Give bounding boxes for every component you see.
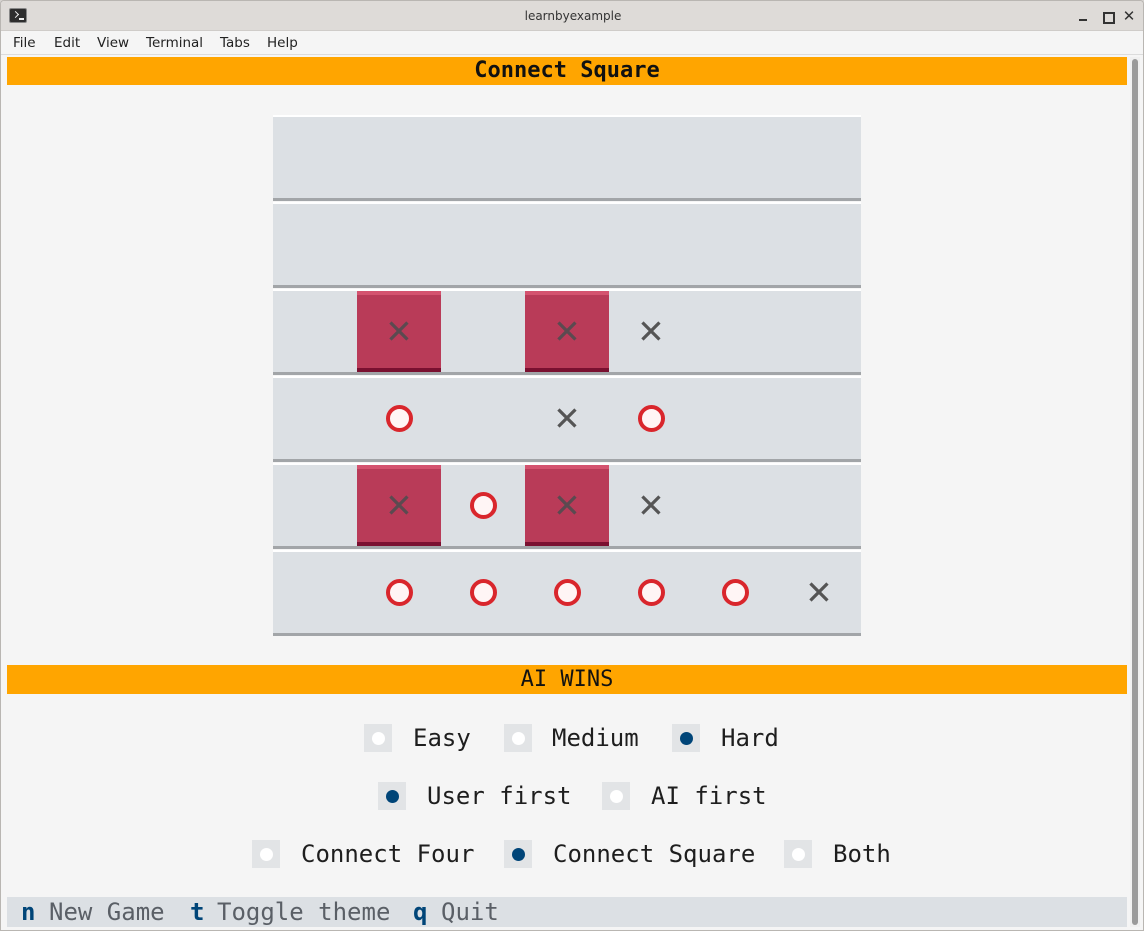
option-label[interactable]: User first: [427, 781, 572, 811]
x-piece-icon: ✕: [385, 486, 413, 525]
winning-cell: ✕: [357, 291, 441, 372]
game-title: Connect Square: [7, 57, 1127, 85]
board-cell: ✕: [525, 378, 609, 459]
key-quit[interactable]: q: [413, 897, 427, 927]
radio-medium[interactable]: [504, 724, 532, 752]
radio-both[interactable]: [784, 840, 812, 868]
winning-cell: ✕: [525, 291, 609, 372]
board-cell: ✕: [777, 552, 861, 633]
x-piece-icon: ✕: [385, 312, 413, 351]
close-icon[interactable]: ✕: [1121, 8, 1137, 24]
board-cell: [525, 552, 609, 633]
radio-user-first[interactable]: [378, 782, 406, 810]
winning-cell: ✕: [525, 465, 609, 546]
x-piece-icon: ✕: [553, 486, 581, 525]
board-row: ✕: [273, 376, 861, 462]
option-label[interactable]: Medium: [552, 723, 639, 753]
board-cell: [441, 552, 525, 633]
board-cell: [441, 465, 525, 546]
radio-ai-first[interactable]: [602, 782, 630, 810]
o-piece-icon: [470, 579, 497, 606]
board-row: [273, 115, 861, 201]
menu-view[interactable]: View: [97, 35, 129, 51]
scrollbar[interactable]: [1130, 57, 1140, 927]
board-row: ✕ ✕ ✕: [273, 463, 861, 549]
first-player-options: User first AI first: [7, 781, 1127, 811]
o-piece-icon: [722, 579, 749, 606]
menu-terminal[interactable]: Terminal: [146, 35, 203, 51]
menu-help[interactable]: Help: [267, 35, 298, 51]
option-label[interactable]: Connect Four: [301, 839, 474, 869]
x-piece-icon: ✕: [553, 399, 581, 438]
menu-edit[interactable]: Edit: [54, 35, 80, 51]
board-row: ✕ ✕ ✕: [273, 289, 861, 375]
window-title: learnbyexample: [524, 9, 622, 23]
option-label[interactable]: Connect Square: [553, 839, 755, 869]
game-mode-options: Connect Four Connect Square Both: [7, 839, 1127, 869]
menu-tabs[interactable]: Tabs: [220, 35, 250, 51]
radio-connect-four[interactable]: [252, 840, 280, 868]
difficulty-options: Easy Medium Hard: [7, 723, 1127, 753]
board-cell: [609, 552, 693, 633]
game-status: AI WINS: [7, 665, 1127, 694]
option-label[interactable]: AI first: [651, 781, 767, 811]
radio-dot: [372, 732, 385, 745]
winning-cell: ✕: [357, 465, 441, 546]
radio-dot: [512, 732, 525, 745]
terminal-content: Connect Square ✕ ✕ ✕ ✕ ✕ ✕ ✕ ✕ AI WINS Easy Med…: [7, 57, 1127, 927]
board-cell: [357, 378, 441, 459]
board-cell: ✕: [609, 465, 693, 546]
menu-file[interactable]: File: [13, 35, 36, 51]
o-piece-icon: [638, 579, 665, 606]
o-piece-icon: [386, 405, 413, 432]
o-piece-icon: [470, 492, 497, 519]
option-label[interactable]: Easy: [413, 723, 471, 753]
menu-bar: File Edit View Terminal Tabs Help: [1, 31, 1143, 55]
radio-dot: [512, 848, 525, 861]
title-bar[interactable]: learnbyexample ✕: [1, 1, 1143, 31]
key-desc: New Game: [49, 898, 165, 926]
o-piece-icon: [638, 405, 665, 432]
scrollbar-thumb[interactable]: [1132, 59, 1138, 925]
option-label[interactable]: Both: [833, 839, 891, 869]
radio-dot: [260, 848, 273, 861]
key-desc: Toggle theme: [217, 898, 391, 926]
board-cell: [693, 552, 777, 633]
terminal-window: learnbyexample ✕ File Edit View Terminal…: [0, 0, 1144, 931]
key-new-game[interactable]: n: [21, 897, 35, 927]
board-cell: [609, 378, 693, 459]
minimize-icon[interactable]: [1075, 8, 1091, 24]
radio-dot: [610, 790, 623, 803]
maximize-icon[interactable]: [1099, 8, 1115, 24]
radio-dot: [680, 732, 693, 745]
x-piece-icon: ✕: [637, 312, 665, 351]
radio-connect-square[interactable]: [504, 840, 532, 868]
option-label[interactable]: Hard: [721, 723, 779, 753]
key-toggle-theme[interactable]: t: [190, 897, 204, 927]
x-piece-icon: ✕: [805, 573, 833, 612]
key-bindings-footer: n New Game t Toggle theme q Quit: [7, 897, 1127, 927]
radio-dot: [792, 848, 805, 861]
board-row: [273, 202, 861, 288]
key-desc: Quit: [441, 898, 499, 926]
o-piece-icon: [554, 579, 581, 606]
board-cell: [357, 552, 441, 633]
radio-dot: [386, 790, 399, 803]
x-piece-icon: ✕: [553, 312, 581, 351]
o-piece-icon: [386, 579, 413, 606]
radio-hard[interactable]: [672, 724, 700, 752]
radio-easy[interactable]: [364, 724, 392, 752]
board-cell: ✕: [609, 291, 693, 372]
x-piece-icon: ✕: [637, 486, 665, 525]
board-row: ✕: [273, 550, 861, 636]
